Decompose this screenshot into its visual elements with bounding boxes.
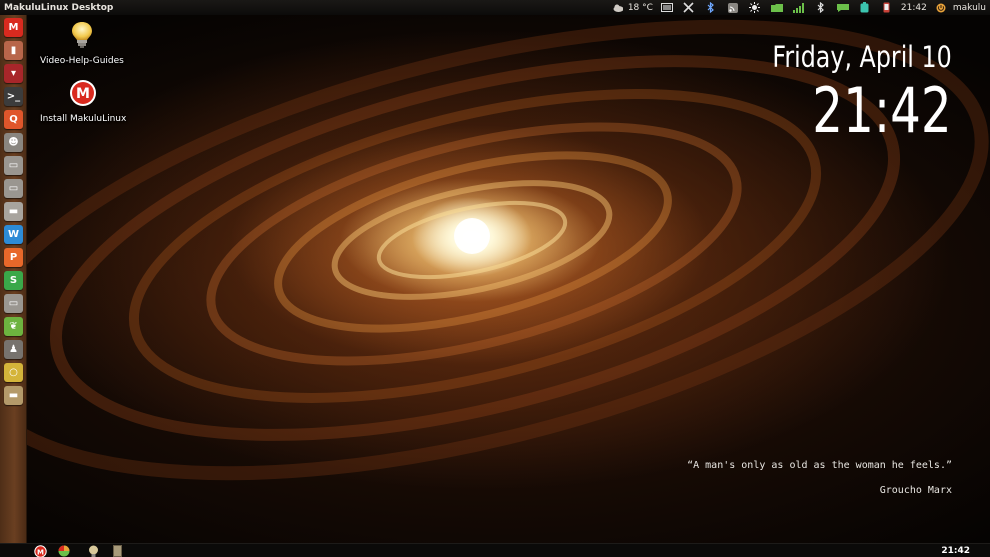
launcher: M ▮ ▾ >_ Q ☻ ▭ ▭ ▬ W P S ▭ ❦ ♟ ○ ▬ bbox=[0, 15, 27, 543]
launcher-item-terminal[interactable]: >_ bbox=[4, 87, 23, 106]
svg-text:M: M bbox=[37, 548, 44, 556]
trash-icon: ▮ bbox=[10, 45, 17, 56]
makulu-menu-icon: M bbox=[8, 22, 19, 33]
launcher-item-writer[interactable]: W bbox=[4, 225, 23, 244]
software-center-icon: ▾ bbox=[10, 68, 17, 79]
chat-status-icon[interactable] bbox=[836, 0, 850, 15]
launcher-item-spreadsheet[interactable]: S bbox=[4, 271, 23, 290]
launcher-item-drive-3[interactable]: ▬ bbox=[4, 202, 23, 221]
launcher-item-user-accounts[interactable]: ☻ bbox=[4, 133, 23, 152]
launcher-item-drive-5[interactable]: ▬ bbox=[4, 386, 23, 405]
launcher-item-search[interactable]: Q bbox=[4, 110, 23, 129]
launcher-item-drive-1[interactable]: ▭ bbox=[4, 156, 23, 175]
drive-5-icon: ▬ bbox=[8, 390, 19, 401]
makulu-logo-icon: M bbox=[69, 79, 97, 111]
launcher-item-presentation[interactable]: P bbox=[4, 248, 23, 267]
lightbulb-icon bbox=[70, 21, 94, 53]
window-title: MakuluLinux Desktop bbox=[4, 2, 114, 13]
show-desktop-icon[interactable] bbox=[57, 544, 71, 557]
launcher-item-drive-2[interactable]: ▭ bbox=[4, 179, 23, 198]
launcher-item-search-tool[interactable]: ○ bbox=[4, 363, 23, 382]
panel-clock[interactable]: 21:42 bbox=[901, 3, 927, 13]
conky-date: Friday, April 10 bbox=[772, 40, 952, 74]
folder-sync-icon[interactable] bbox=[770, 0, 784, 15]
network-icon: ♟ bbox=[9, 344, 18, 355]
terminal-icon: >_ bbox=[6, 91, 21, 102]
power-session-icon[interactable] bbox=[934, 0, 948, 15]
makulu-menu-button[interactable]: M bbox=[33, 544, 47, 557]
desktop-icon-label: Video-Help-Guides bbox=[40, 56, 124, 66]
lightbulb-taskbar-icon[interactable] bbox=[86, 544, 100, 557]
brightness-icon[interactable] bbox=[748, 0, 762, 15]
desktop-icon-label: Install MakuluLinux bbox=[40, 114, 127, 124]
top-panel: MakuluLinux Desktop 18 °C 21:42 makulu bbox=[0, 0, 990, 15]
drive-4-icon: ▭ bbox=[8, 298, 19, 309]
bottom-panel-clock[interactable]: 21:42 bbox=[941, 544, 970, 557]
battery-icon[interactable] bbox=[858, 0, 872, 15]
conky-quote-author: Groucho Marx bbox=[879, 485, 952, 496]
drive-2-icon: ▭ bbox=[8, 183, 19, 194]
search-icon: Q bbox=[9, 114, 18, 125]
bluetooth-status-icon[interactable] bbox=[814, 0, 828, 15]
launcher-item-network[interactable]: ♟ bbox=[4, 340, 23, 359]
rss-feed-icon[interactable] bbox=[726, 0, 740, 15]
bluetooth-icon[interactable] bbox=[704, 0, 718, 15]
drive-3-icon: ▬ bbox=[8, 206, 19, 217]
search-tool-icon: ○ bbox=[9, 367, 18, 378]
presentation-icon: P bbox=[9, 252, 18, 263]
screen-icon[interactable] bbox=[660, 0, 674, 15]
user-name[interactable]: makulu bbox=[953, 3, 986, 13]
leaf-app-icon: ❦ bbox=[9, 321, 18, 332]
user-accounts-icon: ☻ bbox=[8, 137, 19, 148]
weather-cloud-icon[interactable] bbox=[613, 0, 623, 15]
writer-icon: W bbox=[7, 229, 20, 240]
bottom-panel: M 21:42 bbox=[0, 543, 990, 557]
launcher-item-makulu-menu[interactable]: M bbox=[4, 18, 23, 37]
launcher-item-trash[interactable]: ▮ bbox=[4, 41, 23, 60]
file-taskbar-icon[interactable] bbox=[110, 544, 124, 557]
launcher-item-leaf-app[interactable]: ❦ bbox=[4, 317, 23, 336]
launcher-item-drive-4[interactable]: ▭ bbox=[4, 294, 23, 313]
desktop-icon-video-help-guides[interactable]: Video-Help-Guides bbox=[40, 21, 124, 66]
weather-temperature[interactable]: 18 °C bbox=[628, 3, 653, 13]
signal-strength-icon[interactable] bbox=[792, 0, 806, 15]
indicator-area: 18 °C 21:42 makulu bbox=[609, 0, 990, 15]
launcher-item-software-center[interactable]: ▾ bbox=[4, 64, 23, 83]
desktop-icon-install-makululinux[interactable]: M Install MakuluLinux bbox=[40, 79, 126, 124]
conky-time: 21:42 bbox=[812, 74, 952, 147]
spreadsheet-icon: S bbox=[9, 275, 18, 286]
phone-icon[interactable] bbox=[880, 0, 894, 15]
drive-1-icon: ▭ bbox=[8, 160, 19, 171]
tools-icon[interactable] bbox=[682, 0, 696, 15]
conky-quote: “A man's only as old as the woman he fee… bbox=[687, 460, 952, 471]
svg-text:M: M bbox=[76, 86, 90, 102]
